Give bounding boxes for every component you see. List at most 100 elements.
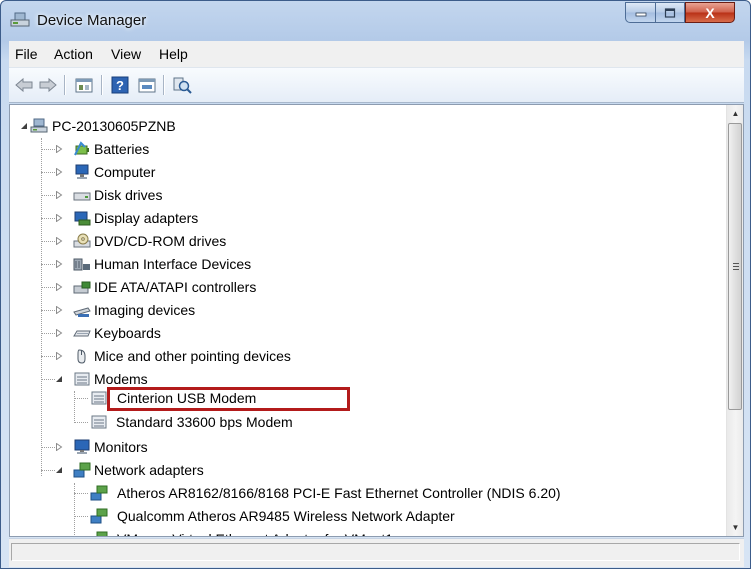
tree-guide-line — [41, 379, 55, 381]
close-button[interactable]: X — [685, 2, 735, 23]
tree-guide-line — [41, 149, 55, 151]
collapsed-arrow-icon[interactable] — [55, 306, 63, 314]
device-label: Qualcomm Atheros AR9485 Wireless Network… — [117, 508, 455, 524]
menu-file[interactable]: File — [15, 46, 38, 62]
collapsed-arrow-icon[interactable] — [55, 168, 63, 176]
tree-category-display-adapters[interactable]: Display adapters — [10, 207, 726, 229]
title-bar[interactable]: Device Manager X — [1, 1, 750, 37]
minimize-button[interactable] — [625, 2, 655, 23]
collapsed-arrow-icon[interactable] — [55, 260, 63, 268]
display-adapter-icon — [74, 211, 91, 226]
network-adapter-icon — [73, 462, 91, 478]
tree-guide-line — [74, 493, 88, 495]
tree-category-imaging-devices[interactable]: Imaging devices — [10, 299, 726, 321]
tree-guide-line — [41, 470, 55, 472]
menu-help[interactable]: Help — [159, 46, 188, 62]
scan-hardware-icon[interactable] — [171, 74, 193, 96]
collapsed-arrow-icon[interactable] — [55, 191, 63, 199]
caption-buttons: X — [625, 2, 749, 24]
menu-view[interactable]: View — [111, 46, 141, 62]
battery-icon — [74, 141, 89, 156]
tree-item-vmware-adapter[interactable]: VMware Virtual Ethernet Adapter for VMne… — [10, 528, 726, 536]
collapsed-arrow-icon[interactable] — [55, 283, 63, 291]
collapsed-arrow-icon[interactable] — [55, 329, 63, 337]
tree-item-atheros-ethernet[interactable]: Atheros AR8162/8166/8168 PCI-E Fast Ethe… — [10, 482, 726, 504]
computer-root-icon — [30, 118, 48, 133]
forward-arrow-icon[interactable] — [38, 74, 58, 96]
status-bar — [9, 538, 744, 567]
tree-guide-line — [41, 447, 55, 449]
help-icon[interactable]: ? — [110, 74, 130, 96]
tree-category-computer[interactable]: Computer — [10, 161, 726, 183]
tree-guide-line — [41, 264, 55, 266]
category-label: Monitors — [94, 439, 148, 455]
tree-guide-line — [41, 172, 55, 174]
category-label: Computer — [94, 164, 156, 180]
vertical-scrollbar[interactable]: ▲ ▼ — [726, 105, 743, 536]
tree-guide-line — [41, 287, 55, 289]
category-label: Display adapters — [94, 210, 199, 226]
device-label: Atheros AR8162/8166/8168 PCI-E Fast Ethe… — [117, 485, 561, 501]
tree-guide-line — [41, 195, 55, 197]
menu-action[interactable]: Action — [54, 46, 93, 62]
category-label: Human Interface Devices — [94, 256, 252, 272]
show-hidden-icon[interactable] — [136, 74, 158, 96]
tree-guide-line — [41, 218, 55, 220]
network-adapter-icon — [90, 508, 108, 524]
network-adapter-icon — [90, 485, 108, 501]
device-manager-window: Device Manager X File Action View Help ?… — [0, 0, 751, 569]
collapsed-arrow-icon[interactable] — [55, 352, 63, 360]
device-manager-icon — [10, 12, 30, 27]
tree-guide-line — [41, 310, 55, 312]
expanded-arrow-icon[interactable] — [55, 375, 63, 383]
monitor-icon — [74, 439, 90, 454]
device-label: Standard 33600 bps Modem — [116, 414, 293, 430]
window-title: Device Manager — [37, 12, 147, 29]
status-panel — [11, 543, 740, 561]
network-adapter-icon — [96, 531, 108, 536]
tree-item-qualcomm-wireless[interactable]: Qualcomm Atheros AR9485 Wireless Network… — [10, 505, 726, 527]
minimize-icon — [635, 12, 646, 16]
computer-icon — [75, 164, 89, 179]
collapsed-arrow-icon[interactable] — [55, 237, 63, 245]
toolbar-separator — [163, 75, 165, 95]
scrollbar-grip-icon — [733, 263, 739, 270]
tree-category-ide-ata-atapi-controllers[interactable]: IDE ATA/ATAPI controllers — [10, 276, 726, 298]
ide-controller-icon — [73, 281, 91, 294]
highlight-box — [107, 387, 350, 411]
collapsed-arrow-icon[interactable] — [55, 214, 63, 222]
category-label: Disk drives — [94, 187, 163, 203]
collapsed-arrow-icon[interactable] — [55, 145, 63, 153]
scroll-up-arrow-icon[interactable]: ▲ — [727, 105, 743, 122]
category-label: Mice and other pointing devices — [94, 348, 291, 364]
menu-bar: File Action View Help — [9, 41, 744, 68]
tree-root[interactable]: PC-20130605PZNB — [10, 115, 726, 137]
tree-category-human-interface-devices[interactable]: Human Interface Devices — [10, 253, 726, 275]
maximize-button[interactable] — [655, 2, 685, 23]
disk-drive-icon — [73, 192, 91, 201]
back-arrow-icon[interactable] — [14, 74, 34, 96]
modem-icon — [91, 391, 107, 405]
tree-category-dvd-cd-rom-drives[interactable]: DVD/CD-ROM drives — [10, 230, 726, 252]
category-label: Keyboards — [94, 325, 161, 341]
device-label: VMware Virtual Ethernet Adapter for VMne… — [117, 528, 393, 536]
toolbar-separator — [101, 75, 103, 95]
tree-category-batteries[interactable]: Batteries — [10, 138, 726, 160]
expanded-arrow-icon[interactable] — [55, 466, 63, 474]
tree-category-keyboards[interactable]: Keyboards — [10, 322, 726, 344]
scroll-down-arrow-icon[interactable]: ▼ — [727, 519, 743, 536]
expanded-arrow-icon[interactable] — [20, 122, 28, 130]
maximize-icon — [664, 7, 676, 18]
tree-category-network-adapters[interactable]: Network adapters — [10, 459, 726, 481]
modem-icon — [74, 372, 90, 386]
tree-category-monitors[interactable]: Monitors — [10, 436, 726, 458]
category-label: IDE ATA/ATAPI controllers — [94, 279, 257, 295]
tree-category-mice-and-other-pointing-devices[interactable]: Mice and other pointing devices — [10, 345, 726, 367]
tree-category-disk-drives[interactable]: Disk drives — [10, 184, 726, 206]
imaging-device-icon — [73, 307, 91, 317]
hid-icon — [73, 258, 90, 271]
tree-item-standard-33600-modem[interactable]: Standard 33600 bps Modem — [10, 411, 726, 433]
collapsed-arrow-icon[interactable] — [55, 443, 63, 451]
properties-icon[interactable] — [73, 74, 95, 96]
scrollbar-thumb[interactable] — [728, 123, 742, 410]
